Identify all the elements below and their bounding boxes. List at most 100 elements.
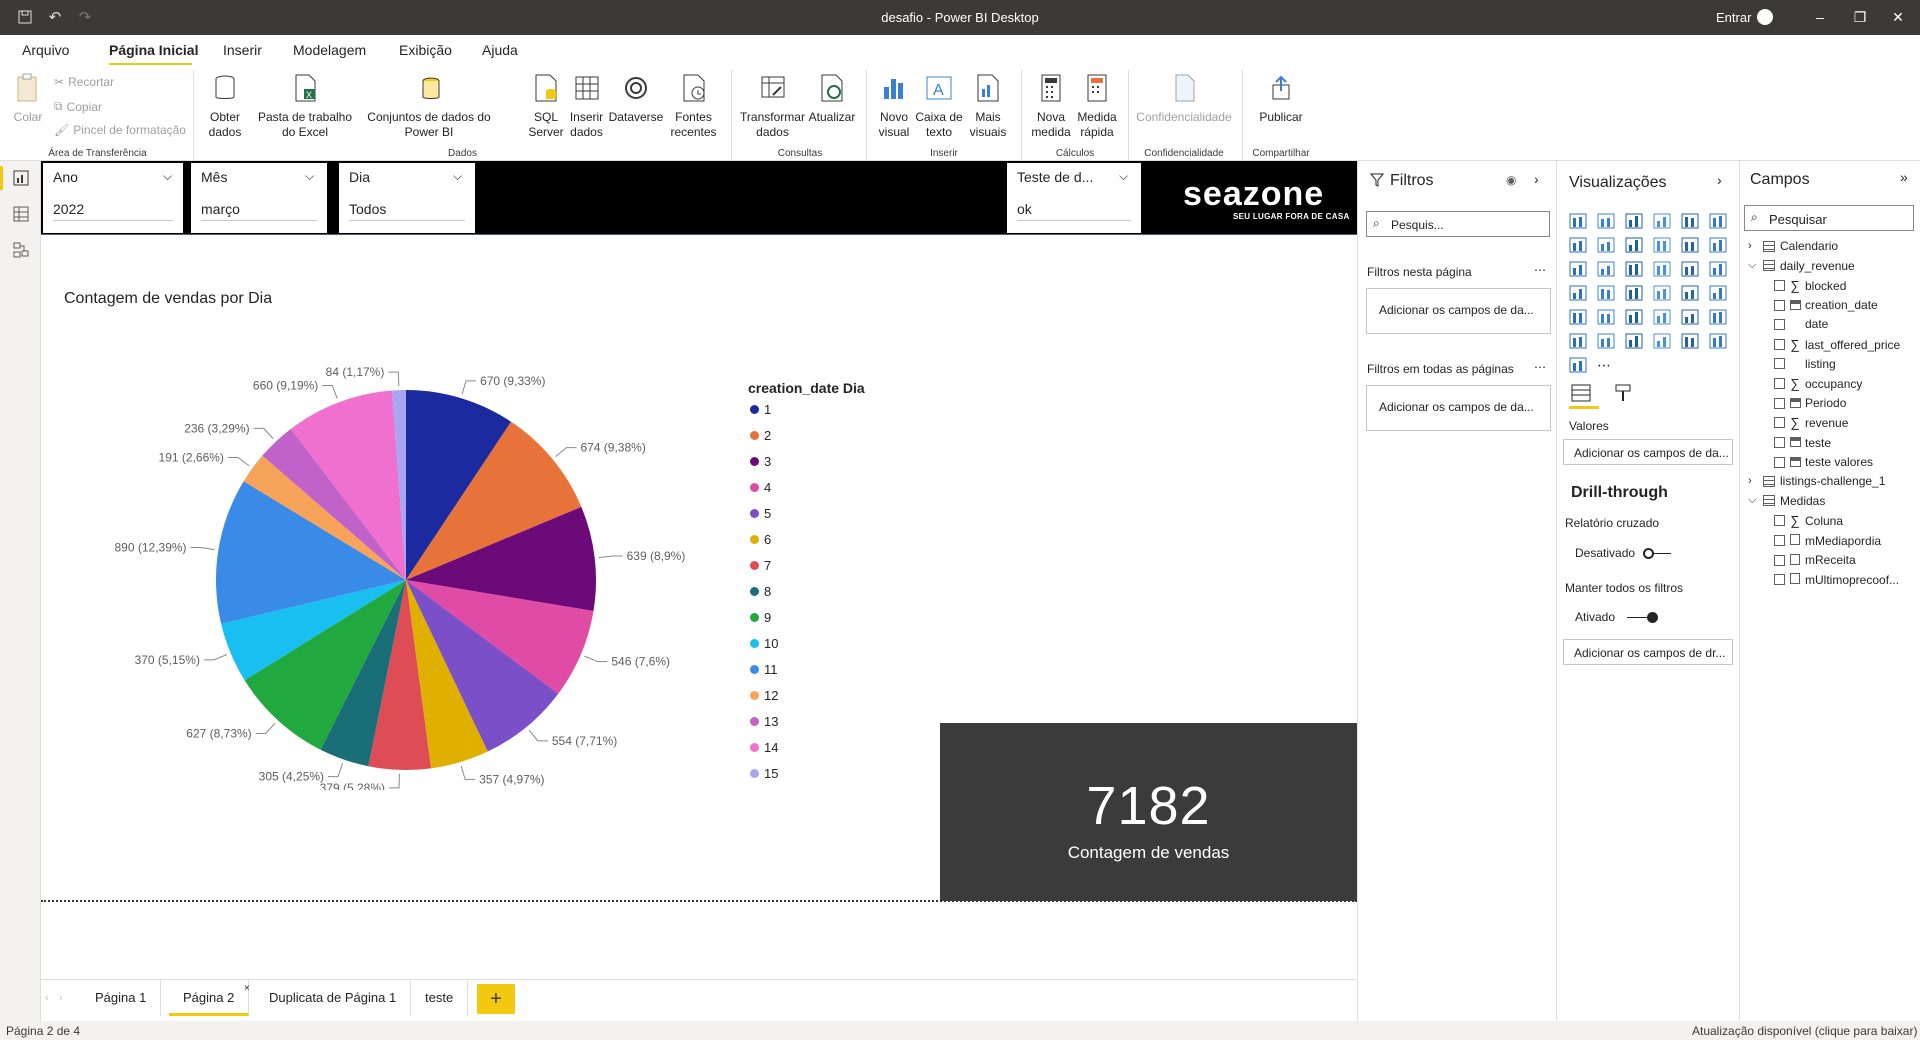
visual-type-icon[interactable] (1597, 333, 1617, 351)
collapse-viz-icon[interactable]: › (1717, 172, 1722, 188)
visual-type-icon[interactable] (1569, 357, 1589, 375)
menu-inserir[interactable]: Inserir (223, 42, 262, 58)
visual-type-icon[interactable] (1709, 237, 1729, 255)
sql-server-button[interactable]: SQL Server (526, 73, 566, 140)
signin-link[interactable]: Entrar (1716, 10, 1751, 25)
field-item-10[interactable]: teste (1774, 435, 1831, 450)
more-options-icon[interactable]: ⋯ (1534, 360, 1546, 374)
legend-item-10[interactable]: 10 (750, 636, 778, 651)
slicer-dia[interactable]: Dia ⌵ Todos (339, 163, 475, 233)
field-item-9[interactable]: ∑ revenue (1774, 415, 1848, 430)
field-table-1[interactable]: ⌵ daily_revenue (1748, 259, 1855, 273)
visual-type-icon[interactable] (1653, 333, 1673, 351)
sensitivity-button[interactable]: Confidencialidade (1136, 73, 1232, 125)
transform-data-button[interactable]: Transformar dados (740, 73, 805, 140)
menu-pagina-inicial[interactable]: Página Inicial (109, 42, 198, 58)
legend-item-2[interactable]: 2 (750, 428, 771, 443)
visual-type-icon[interactable] (1597, 213, 1617, 231)
visual-type-icon[interactable] (1681, 333, 1701, 351)
legend-item-5[interactable]: 5 (750, 506, 771, 521)
legend-item-15[interactable]: 15 (750, 766, 778, 781)
collapse-filters-icon[interactable]: › (1534, 171, 1539, 187)
recent-sources-button[interactable]: Fontes recentes (666, 73, 721, 140)
legend-item-14[interactable]: 14 (750, 740, 778, 755)
textbox-button[interactable]: A Caixa de texto (914, 73, 964, 140)
visual-type-icon[interactable] (1709, 261, 1729, 279)
data-view-icon[interactable] (10, 205, 32, 227)
field-item-3[interactable]: creation_date (1774, 298, 1878, 313)
field-item-7[interactable]: ∑ occupancy (1774, 376, 1862, 391)
legend-item-12[interactable]: 12 (750, 688, 778, 703)
visual-type-icon[interactable] (1625, 213, 1645, 231)
new-visual-button[interactable]: Novo visual (874, 73, 914, 140)
field-checkbox[interactable] (1774, 554, 1785, 566)
fields-tab-icon[interactable] (1569, 383, 1599, 409)
cross-report-toggle[interactable] (1643, 545, 1671, 559)
refresh-button[interactable]: Atualizar (806, 73, 858, 125)
field-checkbox[interactable] (1774, 378, 1785, 390)
field-checkbox[interactable] (1774, 358, 1785, 370)
avatar[interactable] (1757, 9, 1773, 25)
field-item-14[interactable]: ∑ Coluna (1774, 513, 1843, 528)
slicer-teste[interactable]: Teste de d... ⌵ ok (1007, 163, 1141, 233)
visual-type-icon[interactable] (1653, 213, 1673, 231)
prev-page-icon[interactable]: ‹ (45, 992, 49, 1004)
filters-on-page-dropzone[interactable]: Adicionar os campos de da... (1366, 288, 1551, 334)
slicer-mes-value[interactable]: março (201, 197, 317, 221)
visual-type-icon[interactable] (1569, 213, 1589, 231)
datasets-button[interactable]: Conjuntos de dados do Power BI (364, 73, 494, 140)
quick-measure-button[interactable]: Medida rápida (1074, 73, 1120, 140)
new-measure-button[interactable]: Nova medida (1030, 73, 1072, 140)
close-button[interactable]: ✕ (1878, 6, 1918, 28)
field-table-12[interactable]: › listings-challenge_1 (1748, 474, 1885, 488)
publish-button[interactable]: Publicar (1250, 73, 1312, 125)
tab-duplicata-pagina-1[interactable]: Duplicata de Página 1 (255, 980, 412, 1016)
field-item-8[interactable]: Periodo (1774, 396, 1846, 411)
paste-button[interactable]: Colar (10, 73, 46, 125)
visual-type-icon[interactable] (1569, 333, 1589, 351)
legend-item-8[interactable]: 8 (750, 584, 771, 599)
field-table-0[interactable]: › Calendario (1748, 239, 1838, 253)
field-checkbox[interactable] (1774, 535, 1785, 546)
report-view-icon[interactable] (10, 169, 32, 191)
visual-type-icon[interactable] (1653, 309, 1673, 327)
field-checkbox[interactable] (1774, 318, 1785, 330)
field-item-5[interactable]: ∑ last_offered_price (1774, 337, 1900, 352)
fields-search-input[interactable]: ⌕ Pesquisar (1744, 205, 1914, 231)
field-checkbox[interactable] (1774, 417, 1785, 429)
field-checkbox[interactable] (1774, 437, 1785, 448)
keep-filters-toggle[interactable] (1627, 609, 1659, 623)
menu-exibicao[interactable]: Exibição (399, 42, 452, 58)
visual-type-icon[interactable] (1625, 309, 1645, 327)
legend-item-13[interactable]: 13 (750, 714, 778, 729)
more-visuals-icon[interactable]: ⋯ (1597, 357, 1617, 375)
filters-all-pages-dropzone[interactable]: Adicionar os campos de da... (1366, 385, 1551, 431)
expand-chevron-icon[interactable]: ⌵ (1748, 259, 1758, 272)
visual-type-icon[interactable] (1709, 285, 1729, 303)
visual-type-icon[interactable] (1569, 285, 1589, 303)
legend-item-1[interactable]: 1 (750, 402, 771, 417)
slicer-teste-value[interactable]: ok (1017, 197, 1131, 221)
visual-type-icon[interactable] (1625, 285, 1645, 303)
dataverse-button[interactable]: Dataverse (608, 73, 664, 125)
visual-type-icon[interactable] (1681, 309, 1701, 327)
copy-button[interactable]: ⧉ Copiar (54, 99, 102, 114)
visual-type-icon[interactable] (1681, 285, 1701, 303)
visual-type-icon[interactable] (1597, 237, 1617, 255)
tab-pagina-2[interactable]: Página 2 (169, 980, 250, 1016)
visual-type-icon[interactable] (1709, 309, 1729, 327)
visual-type-icon[interactable] (1625, 333, 1645, 351)
field-item-11[interactable]: teste valores (1774, 455, 1873, 470)
visual-type-icon[interactable] (1681, 237, 1701, 255)
field-checkbox[interactable] (1774, 339, 1785, 350)
pie-chart[interactable]: 670 (9,33%) 674 (9,38%) 639 (8,9%) 546 (7,6… (41, 330, 761, 790)
legend-item-9[interactable]: 9 (750, 610, 771, 625)
enter-data-button[interactable]: Inserir dados (564, 73, 609, 140)
minimize-button[interactable]: – (1800, 6, 1840, 28)
field-table-13[interactable]: ⌵ Medidas (1748, 494, 1825, 508)
legend-item-6[interactable]: 6 (750, 532, 771, 547)
expand-chevron-icon[interactable]: › (1748, 475, 1758, 487)
visual-type-icon[interactable] (1681, 213, 1701, 231)
visual-type-icon[interactable] (1709, 333, 1729, 351)
field-item-2[interactable]: ∑ blocked (1774, 278, 1846, 293)
